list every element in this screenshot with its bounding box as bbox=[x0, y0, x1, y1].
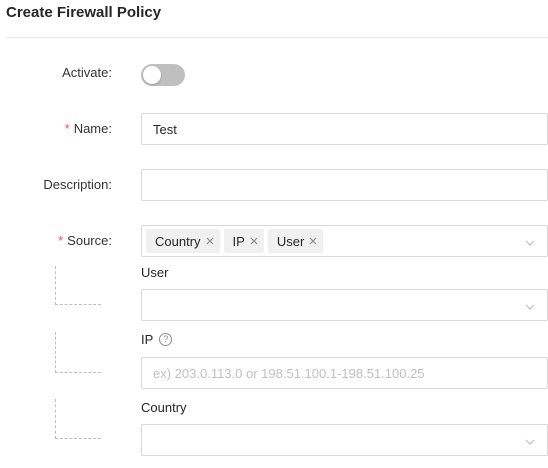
name-input[interactable] bbox=[141, 113, 548, 145]
activate-toggle[interactable] bbox=[141, 64, 185, 86]
required-mark: * bbox=[64, 121, 70, 136]
question-circle-icon[interactable]: ? bbox=[159, 333, 173, 346]
source-tag-ip: IP bbox=[223, 229, 264, 253]
tree-connector bbox=[55, 266, 101, 305]
page-title: Create Firewall Policy bbox=[6, 4, 162, 21]
source-select[interactable]: Country IP User bbox=[141, 225, 548, 257]
source-tag-country: Country bbox=[146, 229, 220, 253]
source-label: * Source: bbox=[58, 233, 112, 248]
source-tag-user: User bbox=[267, 229, 324, 253]
tree-connector bbox=[55, 399, 101, 439]
country-label: Country bbox=[141, 400, 187, 415]
country-select[interactable] bbox=[141, 424, 548, 456]
required-mark: * bbox=[58, 233, 64, 248]
activate-label: Activate: bbox=[62, 65, 112, 80]
close-icon[interactable] bbox=[205, 236, 215, 246]
source-tags: Country IP User bbox=[146, 229, 324, 253]
name-label: * Name: bbox=[64, 121, 112, 136]
ip-input[interactable] bbox=[141, 357, 548, 389]
toggle-knob bbox=[143, 66, 161, 84]
user-label: User bbox=[141, 265, 169, 280]
chevron-down-icon bbox=[524, 236, 536, 248]
header-divider bbox=[6, 37, 548, 38]
user-select[interactable] bbox=[141, 289, 548, 321]
tree-connector bbox=[55, 332, 101, 373]
description-label: Description: bbox=[43, 177, 112, 192]
chevron-down-icon bbox=[524, 435, 536, 447]
chevron-down-icon bbox=[524, 300, 536, 312]
close-icon[interactable] bbox=[249, 236, 259, 246]
description-input[interactable] bbox=[141, 169, 548, 201]
ip-label: IP ? bbox=[141, 332, 173, 347]
close-icon[interactable] bbox=[308, 236, 318, 246]
